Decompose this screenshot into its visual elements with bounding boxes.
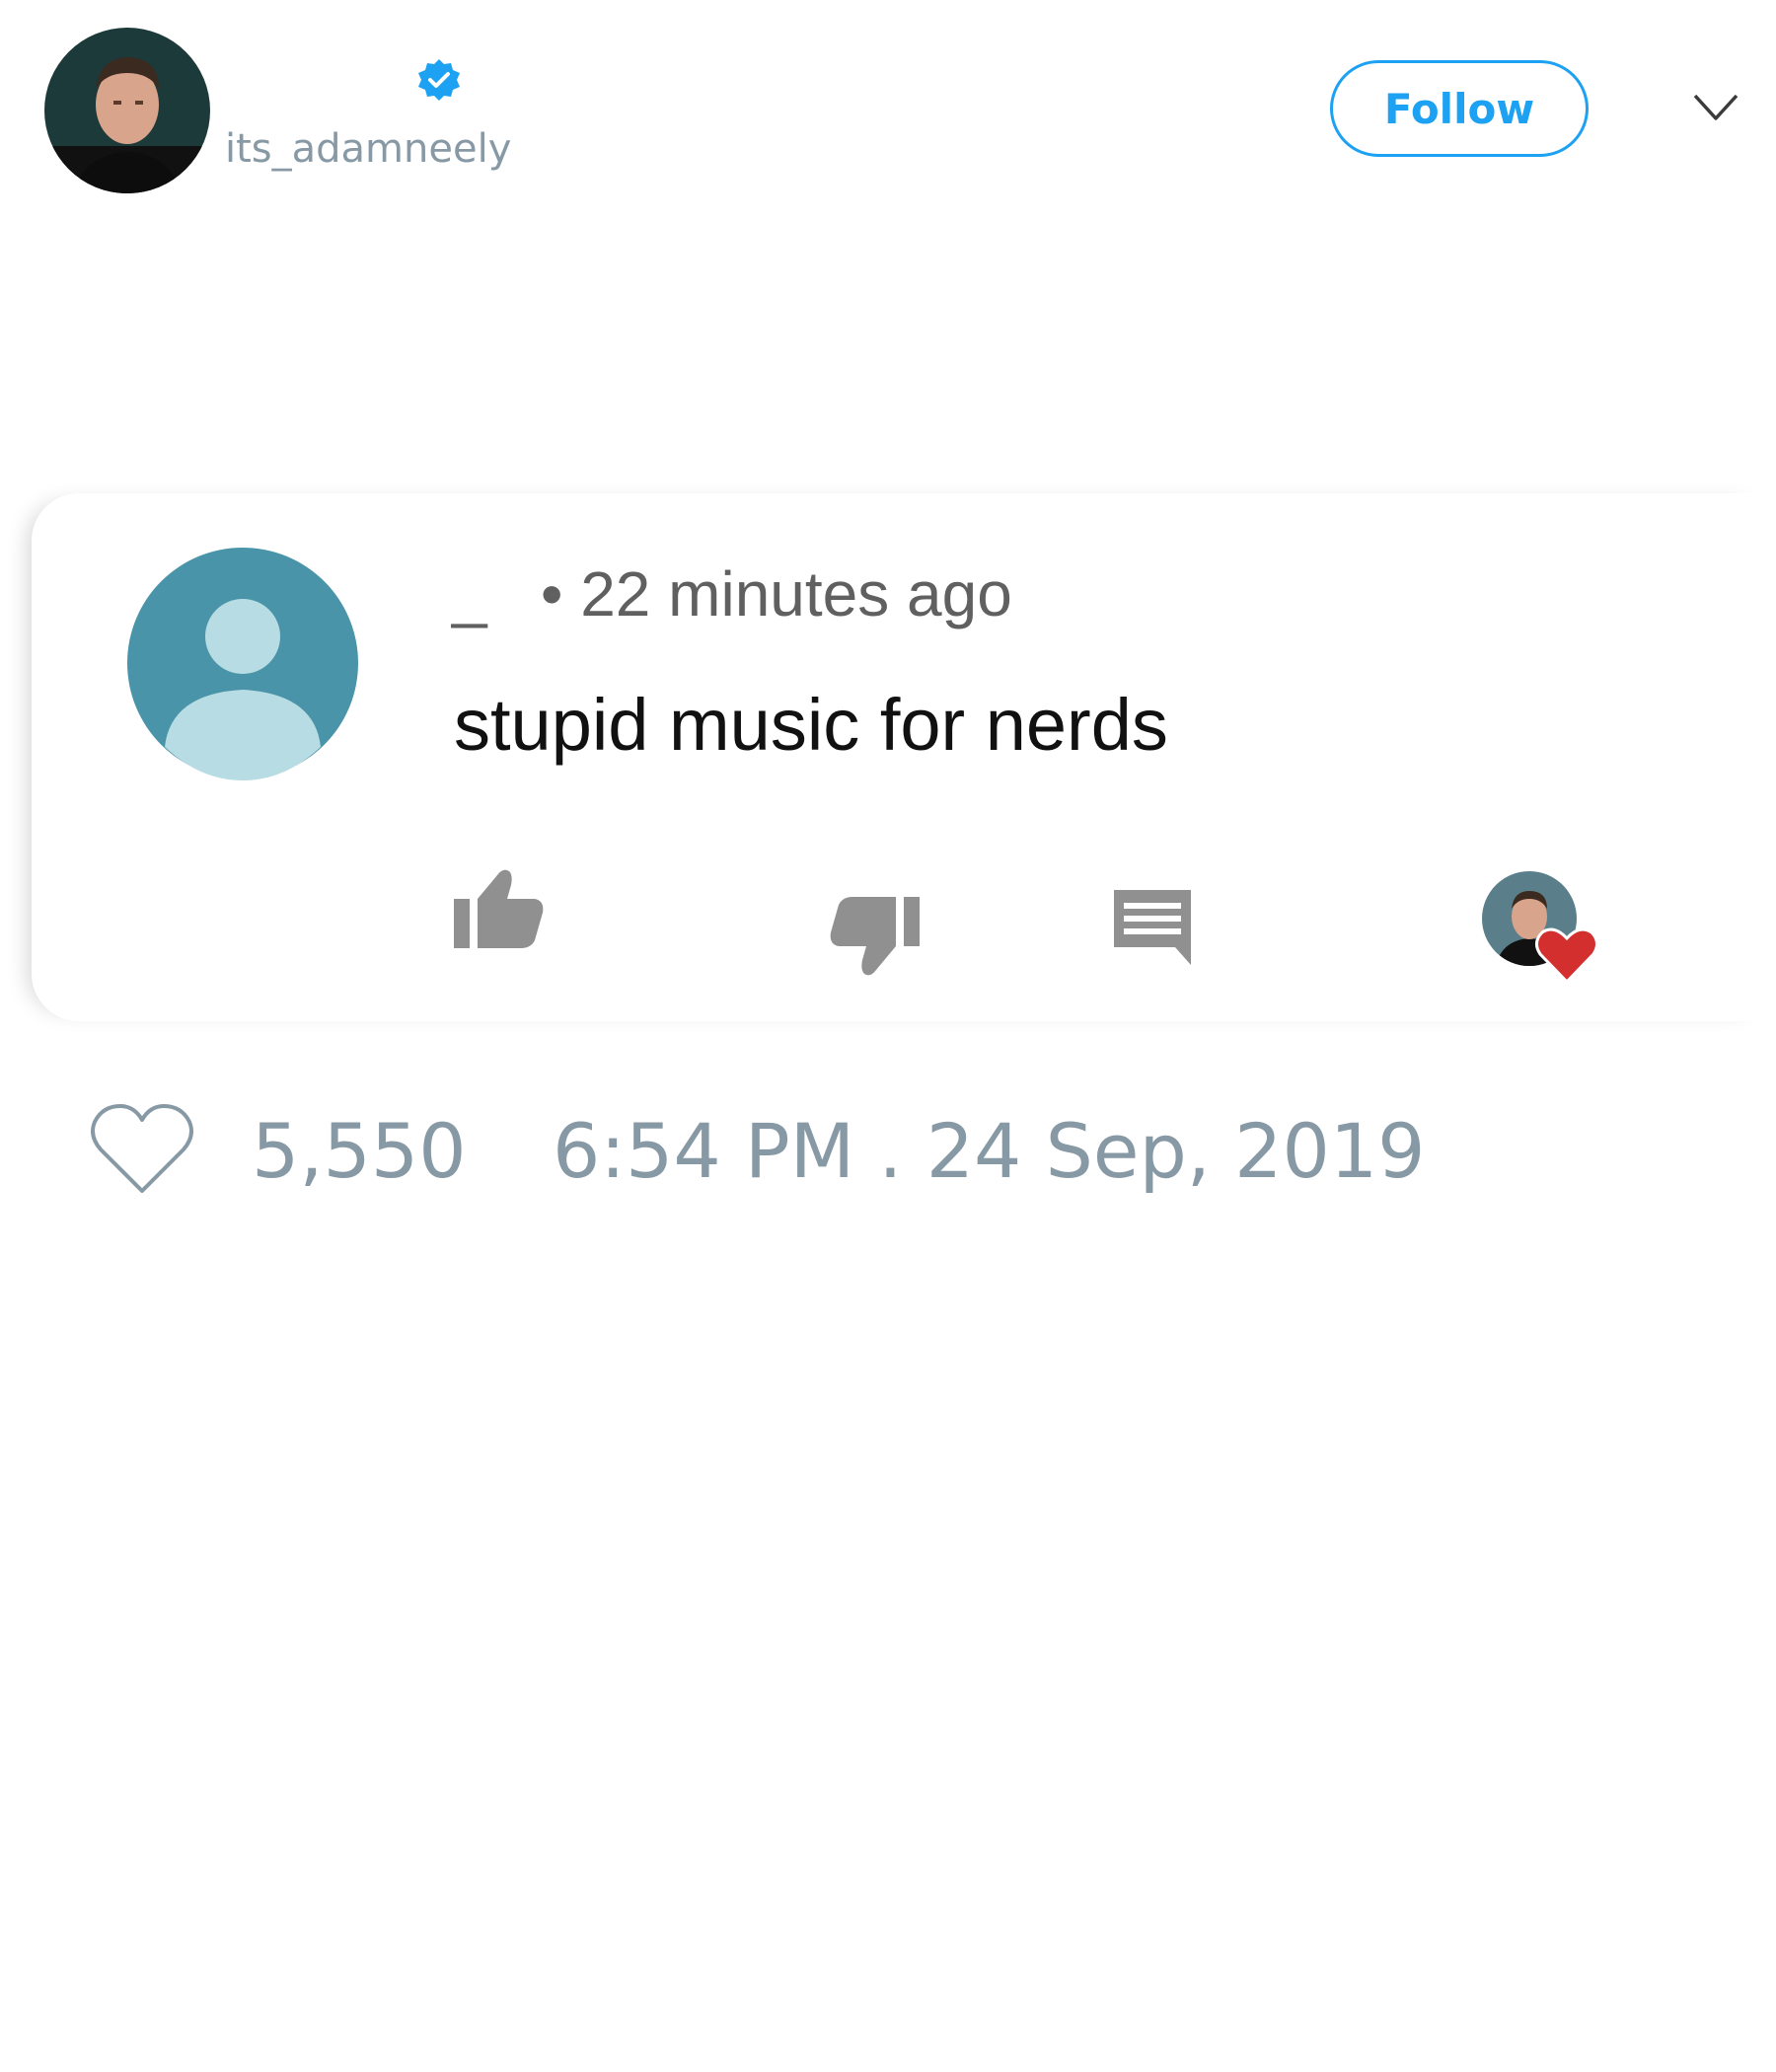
user-handle[interactable]: its_adamneely [225,126,511,172]
heart-like-icon[interactable] [89,1100,195,1197]
creator-heart-icon [1482,871,1598,988]
verified-badge-icon [415,57,463,105]
follow-button[interactable]: Follow [1330,60,1589,157]
thumb-down-icon [827,893,922,982]
reply-icon [1110,886,1195,967]
like-count: 5,550 [252,1107,467,1195]
thumb-up-icon [452,863,547,952]
comment-text: stupid music for nerds [454,684,1168,766]
chevron-down-icon[interactable] [1692,91,1739,124]
tweet-timestamp[interactable]: 6:54 PM . 24 Sep, 2019 [553,1107,1426,1195]
default-avatar-icon [125,546,360,780]
comment-time: • 22 minutes ago [541,558,1012,629]
comment-username: _ [452,558,487,629]
profile-avatar[interactable] [44,28,210,193]
